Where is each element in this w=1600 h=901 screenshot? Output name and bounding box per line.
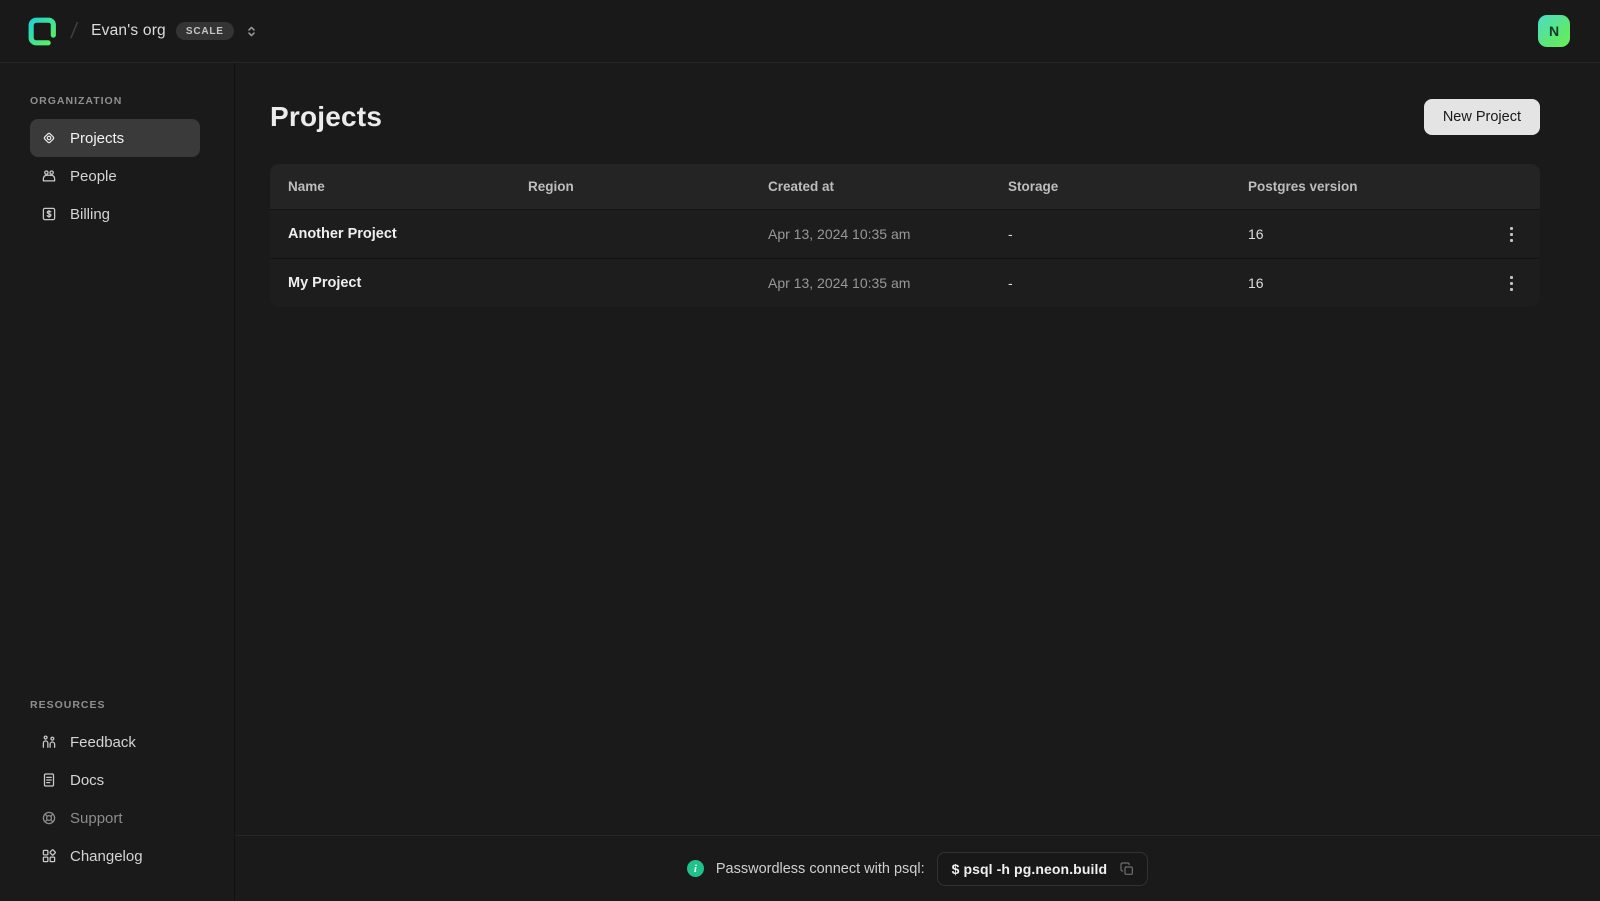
billing-icon [40,205,58,223]
project-name[interactable]: Another Project [288,226,528,242]
psql-hint-text: Passwordless connect with psql: [716,861,925,877]
sidebar-section-organization: ORGANIZATION [30,95,214,107]
sidebar-item-billing[interactable]: Billing [30,195,200,233]
org-name[interactable]: Evan's org [91,22,166,40]
project-postgres-version: 16 [1248,275,1496,291]
project-created-at: Apr 13, 2024 10:35 am [768,226,1008,242]
sidebar-item-label: Docs [70,772,104,789]
table-row[interactable]: Another Project Apr 13, 2024 10:35 am - … [270,209,1540,258]
docs-icon [40,771,58,789]
sidebar-item-projects[interactable]: Projects [30,119,200,157]
footer-bar: i Passwordless connect with psql: $ psql… [235,835,1600,901]
sidebar-item-label: Feedback [70,734,136,751]
project-storage: - [1008,275,1248,291]
sidebar-item-people[interactable]: People [30,157,200,195]
psql-command-box[interactable]: $ psql -h pg.neon.build [937,852,1149,886]
org-switcher-chevron-icon[interactable] [244,24,259,39]
project-storage: - [1008,226,1248,242]
info-icon: i [687,860,704,877]
column-header-storage: Storage [1008,179,1248,194]
sidebar: ORGANIZATION Projects People [0,63,235,901]
neon-logo-icon[interactable] [26,15,59,48]
sidebar-item-label: Changelog [70,848,143,865]
column-header-postgres-version: Postgres version [1248,179,1496,194]
copy-icon[interactable] [1119,861,1135,877]
row-actions-kebab-icon[interactable] [1496,268,1526,298]
project-postgres-version: 16 [1248,226,1496,242]
psql-command: $ psql -h pg.neon.build [952,861,1108,877]
new-project-button[interactable]: New Project [1424,99,1540,135]
project-name[interactable]: My Project [288,275,528,291]
main-content: Projects New Project Name Region Created… [235,63,1600,901]
column-header-created-at: Created at [768,179,1008,194]
support-icon [40,809,58,827]
sidebar-item-label: Support [70,810,123,827]
project-created-at: Apr 13, 2024 10:35 am [768,275,1008,291]
sidebar-item-docs[interactable]: Docs [30,761,200,799]
user-avatar[interactable]: N [1538,15,1570,47]
page-title: Projects [270,101,382,133]
sidebar-item-label: Projects [70,130,124,147]
projects-table: Name Region Created at Storage Postgres … [270,164,1540,307]
topbar: / Evan's org SCALE N [0,0,1600,63]
column-header-region: Region [528,179,768,194]
sidebar-item-label: Billing [70,206,110,223]
column-header-name: Name [288,179,528,194]
changelog-icon [40,847,58,865]
row-actions-kebab-icon[interactable] [1496,219,1526,249]
sidebar-section-resources: RESOURCES [30,699,214,711]
plan-badge: SCALE [176,22,234,40]
breadcrumb-separator: / [69,18,79,44]
table-row[interactable]: My Project Apr 13, 2024 10:35 am - 16 [270,258,1540,307]
people-icon [40,167,58,185]
sidebar-item-feedback[interactable]: Feedback [30,723,200,761]
sidebar-item-support[interactable]: Support [30,799,200,837]
feedback-icon [40,733,58,751]
sidebar-item-label: People [70,168,117,185]
projects-icon [40,129,58,147]
table-header-row: Name Region Created at Storage Postgres … [270,164,1540,209]
sidebar-item-changelog[interactable]: Changelog [30,837,200,875]
